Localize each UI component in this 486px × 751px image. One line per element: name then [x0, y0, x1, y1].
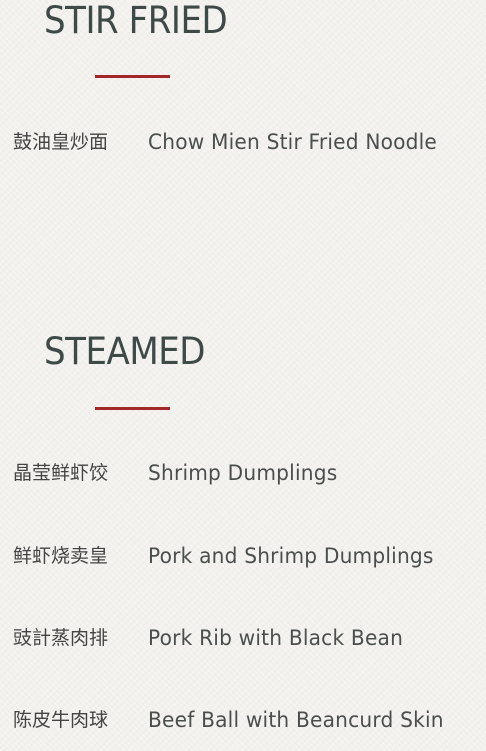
dish-chinese-name: 陈皮牛肉球	[13, 709, 109, 731]
dish-chinese-name: 晶莹鲜虾饺	[13, 462, 109, 484]
menu-item: 豉計蒸肉排 Pork Rib with Black Bean	[0, 621, 486, 655]
menu-item: 鼓油皇炒面 Chow Mien Stir Fried Noodle	[0, 125, 486, 159]
dish-chinese-name: 鲜虾烧卖皇	[13, 545, 109, 567]
menu-item: 鲜虾烧卖皇 Pork and Shrimp Dumplings	[0, 539, 486, 573]
menu-item: 晶莹鲜虾饺 Shrimp Dumplings	[0, 456, 486, 490]
section-title-stir-fried: STIR FRIED	[44, 0, 228, 42]
dish-chinese-name: 鼓油皇炒面	[13, 131, 109, 153]
section-title-steamed: STEAMED	[44, 330, 206, 373]
dish-english-name: Beef Ball with Beancurd Skin	[148, 708, 444, 732]
dish-chinese-name: 豉計蒸肉排	[13, 627, 109, 649]
dish-english-name: Pork and Shrimp Dumplings	[148, 544, 434, 568]
dish-english-name: Pork Rib with Black Bean	[148, 626, 404, 650]
section-divider	[95, 407, 170, 410]
dish-english-name: Chow Mien Stir Fried Noodle	[148, 130, 438, 154]
menu-item: 陈皮牛肉球 Beef Ball with Beancurd Skin	[0, 703, 486, 737]
dish-english-name: Shrimp Dumplings	[148, 461, 338, 485]
section-divider	[95, 75, 170, 78]
